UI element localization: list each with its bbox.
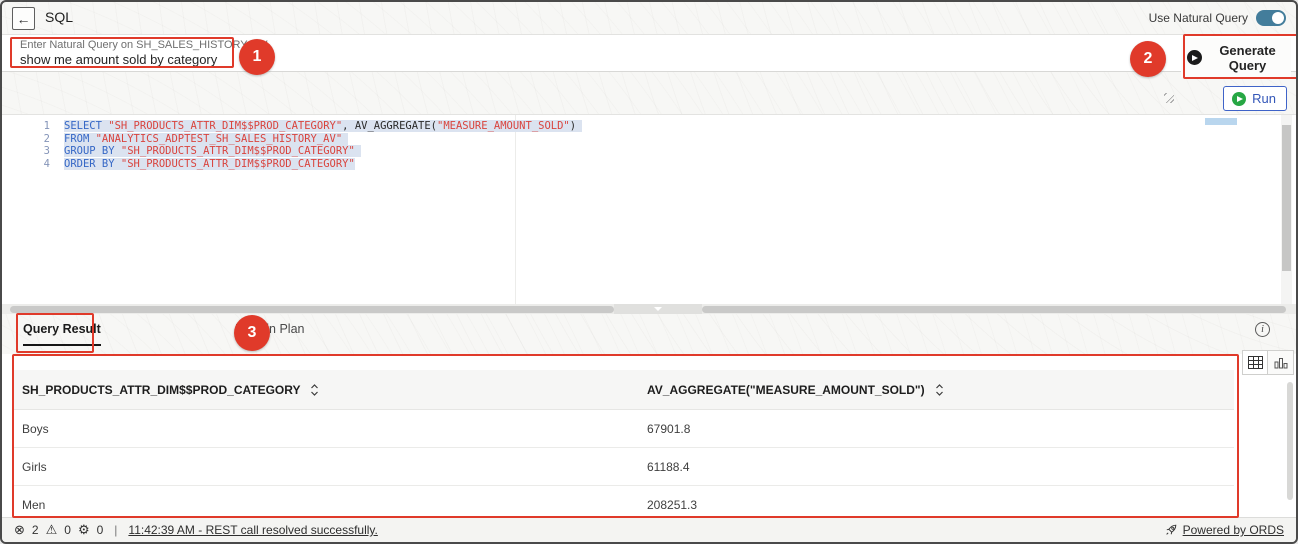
scrollbar-thumb[interactable] <box>1287 382 1293 500</box>
scrollbar-thumb[interactable] <box>1282 125 1291 271</box>
tab-query-result[interactable]: Query Result <box>23 322 101 346</box>
cell-measure: 67901.8 <box>647 422 1234 436</box>
run-label: Run <box>1252 91 1276 106</box>
back-arrow-icon: ← <box>17 11 31 27</box>
sql-worksheet-window: ← SQL Use Natural Query Enter Natural Qu… <box>0 0 1298 544</box>
annotation-badge-2: 2 <box>1130 41 1166 77</box>
query-result-panel: SH_PRODUCTS_ATTR_DIM$$PROD_CATEGORY AV_A… <box>2 354 1296 521</box>
toggle-knob <box>1272 12 1284 24</box>
table-row[interactable]: Girls61188.4 <box>14 448 1234 486</box>
result-grid: SH_PRODUCTS_ATTR_DIM$$PROD_CATEGORY AV_A… <box>14 370 1234 524</box>
hscroll-thumb-left[interactable] <box>10 306 614 313</box>
generate-query-button[interactable]: Generate Query <box>1181 38 1291 77</box>
natural-query-placeholder: Enter Natural Query on SH_SALES_HISTORY_… <box>20 39 268 51</box>
results-tab-bar: Query Result Explain Plan i <box>2 314 1296 354</box>
table-row[interactable]: Boys67901.8 <box>14 410 1234 448</box>
error-icon: ⊗ <box>14 522 25 538</box>
gear-icon: ⚙ <box>78 522 90 538</box>
code-line: FROM "ANALYTICS_ADPTEST_SH_SALES_HISTORY… <box>64 133 1176 146</box>
line-number: 3 <box>2 145 50 158</box>
run-button[interactable]: Run <box>1223 86 1287 111</box>
results-vertical-scrollbar[interactable] <box>1286 362 1294 512</box>
code-line: GROUP BY "SH_PRODUCTS_ATTR_DIM$$PROD_CAT… <box>64 145 1176 158</box>
cell-category: Men <box>14 498 647 512</box>
annotation-badge-3: 3 <box>234 315 270 351</box>
status-message-link[interactable]: 11:42:39 AM - REST call resolved success… <box>128 523 377 537</box>
natural-query-toggle-label: Use Natural Query <box>1149 11 1248 25</box>
code-lines: SELECT "SH_PRODUCTS_ATTR_DIM$$PROD_CATEG… <box>64 120 1176 170</box>
back-button[interactable]: ← <box>12 7 35 30</box>
table-body: Boys67901.8Girls61188.4Men208251.3 <box>14 410 1234 524</box>
cell-measure: 61188.4 <box>647 460 1234 474</box>
splitter-collapse-handle[interactable] <box>614 304 702 314</box>
warning-icon: ⚠ <box>46 522 58 538</box>
column-header-measure[interactable]: AV_AGGREGATE("MEASURE_AMOUNT_SOLD") <box>647 383 1234 397</box>
powered-by-ords-link[interactable]: Powered by ORDS <box>1183 523 1284 537</box>
resize-grip-icon[interactable] <box>1164 93 1174 103</box>
info-icon[interactable]: i <box>1255 322 1270 337</box>
gutter: 1234 <box>2 120 50 170</box>
natural-query-toggle[interactable] <box>1256 10 1286 26</box>
natural-query-input[interactable]: show me amount sold by category <box>20 52 217 67</box>
code-line: SELECT "SH_PRODUCTS_ATTR_DIM$$PROD_CATEG… <box>64 120 1176 133</box>
warning-count: 0 <box>64 523 71 537</box>
rocket-icon <box>1164 523 1178 537</box>
line-number: 1 <box>2 120 50 133</box>
error-count: 2 <box>32 523 39 537</box>
sort-icon[interactable] <box>310 384 319 396</box>
cell-category: Boys <box>14 422 647 436</box>
grid-view-icon[interactable] <box>1242 350 1268 375</box>
annotation-badge-1: 1 <box>239 39 275 75</box>
page-title: SQL <box>45 9 73 25</box>
selection-overview-mark <box>1205 118 1237 125</box>
editor-horizontal-scrollbar[interactable] <box>2 304 1296 314</box>
generate-query-label: Generate Query <box>1210 43 1285 73</box>
line-number: 2 <box>2 133 50 146</box>
play-dark-icon <box>1187 50 1202 65</box>
editor-vertical-scrollbar[interactable] <box>1281 115 1292 304</box>
line-number: 4 <box>2 158 50 171</box>
cell-measure: 208251.3 <box>647 498 1234 512</box>
status-bar: ⊗ 2 ⚠ 0 ⚙ 0 | 11:42:39 AM - REST call re… <box>2 517 1296 542</box>
table-header-row: SH_PRODUCTS_ATTR_DIM$$PROD_CATEGORY AV_A… <box>14 370 1234 410</box>
hscroll-thumb-right[interactable] <box>702 306 1286 313</box>
sql-code-editor[interactable]: 1234 SELECT "SH_PRODUCTS_ATTR_DIM$$PROD_… <box>2 114 1296 304</box>
process-count: 0 <box>97 523 104 537</box>
status-separator: | <box>114 523 117 537</box>
play-green-icon <box>1232 92 1246 106</box>
cell-category: Girls <box>14 460 647 474</box>
top-header-bar: ← SQL Use Natural Query <box>2 2 1296 35</box>
natural-query-panel[interactable]: Enter Natural Query on SH_SALES_HISTORY_… <box>2 35 1296 72</box>
column-header-category[interactable]: SH_PRODUCTS_ATTR_DIM$$PROD_CATEGORY <box>14 383 647 397</box>
sort-icon[interactable] <box>935 384 944 396</box>
code-line: ORDER BY "SH_PRODUCTS_ATTR_DIM$$PROD_CAT… <box>64 158 1176 171</box>
